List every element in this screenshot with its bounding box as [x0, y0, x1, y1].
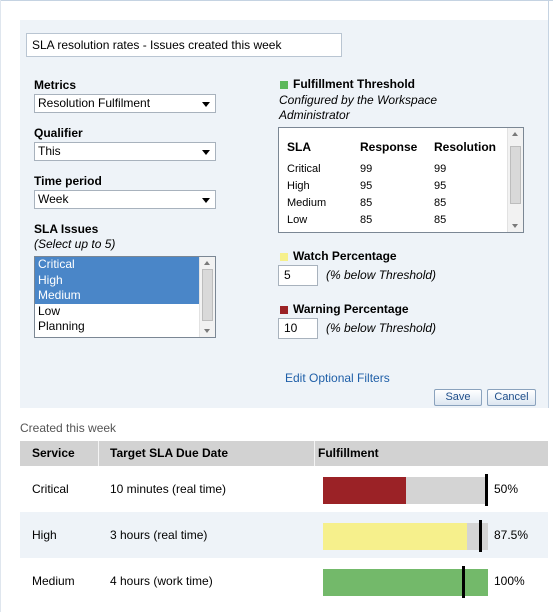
threshold-cell: 99	[360, 163, 373, 175]
sla-issue-option[interactable]: Low	[35, 304, 199, 320]
time-period-value: Week	[38, 192, 69, 206]
header-divider	[98, 441, 99, 466]
fulfillment-percent: 50%	[494, 482, 519, 496]
scroll-up-icon[interactable]	[512, 132, 518, 136]
col-target-sla: Target SLA Due Date	[110, 446, 229, 460]
col-service: Service	[32, 446, 75, 460]
threshold-cell: High	[287, 180, 310, 192]
report-settings-panel: SLA resolution rates - Issues created th…	[20, 20, 548, 408]
threshold-marker	[478, 520, 482, 552]
threshold-cell: 85	[360, 197, 373, 209]
fulfillment-percent: 87.5%	[494, 528, 529, 542]
time-period-select[interactable]: Week	[34, 190, 216, 209]
sla-issues-label: SLA Issues	[34, 222, 99, 236]
report-title-input[interactable]: SLA resolution rates - Issues created th…	[26, 33, 342, 57]
threshold-note-line1: Configured by the Workspace	[279, 93, 438, 107]
qualifier-label: Qualifier	[34, 126, 83, 140]
fulfillment-bar-track	[323, 474, 489, 506]
table-row: Critical 10 minutes (real time) 50%	[20, 466, 548, 512]
threshold-cell: Medium	[287, 197, 327, 209]
table-row: High 3 hours (real time) 87.5%	[20, 512, 548, 558]
service-cell: Critical	[32, 482, 69, 496]
threshold-col-sla: SLA	[287, 140, 311, 154]
listbox-scrollbar[interactable]	[199, 257, 215, 337]
scroll-thumb[interactable]	[510, 146, 521, 204]
header-divider	[314, 441, 315, 466]
fulfillment-bar	[323, 477, 406, 504]
chevron-down-icon	[202, 198, 210, 203]
target-sla-cell: 4 hours (work time)	[110, 574, 213, 588]
threshold-cell: 85	[434, 214, 447, 226]
edit-optional-filters-link[interactable]: Edit Optional Filters	[285, 371, 390, 385]
sla-issue-option[interactable]: Planning	[35, 319, 199, 335]
fulfillment-bar-track	[323, 520, 488, 552]
scroll-down-icon[interactable]	[512, 224, 518, 228]
threshold-table: SLA Response Resolution Critical 99 99 High…	[278, 127, 524, 233]
threshold-marker	[485, 474, 489, 506]
service-cell: High	[32, 528, 57, 542]
col-fulfillment: Fulfillment	[318, 446, 379, 460]
threshold-cell: Low	[287, 214, 308, 226]
scroll-down-icon[interactable]	[204, 329, 210, 333]
threshold-col-resolution: Resolution	[434, 140, 496, 154]
threshold-cell: 99	[434, 163, 447, 175]
threshold-cell: 85	[434, 197, 447, 209]
metrics-label: Metrics	[34, 78, 77, 92]
target-sla-cell: 10 minutes (real time)	[110, 482, 227, 496]
sla-issues-listbox[interactable]: Critical High Medium Low Planning	[34, 256, 216, 338]
metrics-select[interactable]: Resolution Fulfilment	[34, 94, 216, 113]
time-period-label: Time period	[34, 174, 102, 188]
threshold-cell: 95	[434, 180, 447, 192]
threshold-cell: 85	[360, 214, 373, 226]
cancel-button[interactable]: Cancel	[487, 389, 536, 406]
sla-issue-option[interactable]: Medium	[35, 288, 199, 304]
watch-percentage-label: Watch Percentage	[293, 249, 397, 263]
scroll-up-icon[interactable]	[204, 261, 210, 265]
chevron-down-icon	[202, 150, 210, 155]
fulfillment-bar-track	[323, 566, 488, 598]
threshold-note-line2: Administrator	[279, 108, 350, 122]
watch-percentage-suffix: (% below Threshold)	[326, 268, 437, 282]
results-title: Created this week	[20, 421, 117, 435]
left-rule	[0, 0, 1, 612]
qualifier-select[interactable]: This	[34, 142, 216, 161]
table-row: Medium 4 hours (work time) 100%	[20, 558, 548, 604]
fulfillment-threshold-label: Fulfillment Threshold	[293, 77, 415, 91]
watch-color-swatch	[280, 253, 288, 261]
metrics-value: Resolution Fulfilment	[38, 96, 151, 110]
sla-issue-option[interactable]: High	[35, 272, 199, 288]
threshold-marker	[462, 566, 466, 598]
threshold-cell: Critical	[287, 163, 321, 175]
fulfillment-bar	[323, 523, 468, 550]
warning-percentage-input[interactable]: 10	[278, 318, 318, 339]
threshold-cell: 95	[360, 180, 373, 192]
threshold-col-response: Response	[360, 140, 418, 154]
warning-color-swatch	[280, 306, 288, 314]
results-header-row: Service Target SLA Due Date Fulfillment	[20, 441, 548, 466]
watch-percentage-input[interactable]: 5	[278, 265, 318, 286]
top-rule	[0, 0, 553, 1]
threshold-scrollbar[interactable]	[507, 128, 523, 232]
chevron-down-icon	[202, 102, 210, 107]
target-sla-cell: 3 hours (real time)	[110, 528, 208, 542]
save-button[interactable]: Save	[434, 389, 482, 406]
warning-percentage-suffix: (% below Threshold)	[326, 321, 437, 335]
scroll-thumb[interactable]	[202, 269, 213, 321]
warning-percentage-label: Warning Percentage	[293, 302, 409, 316]
fulfillment-color-swatch	[280, 81, 288, 89]
sla-issue-option[interactable]: Critical	[35, 257, 199, 273]
sla-issues-hint: (Select up to 5)	[34, 237, 116, 251]
service-cell: Medium	[32, 574, 75, 588]
qualifier-value: This	[38, 144, 61, 158]
fulfillment-percent: 100%	[494, 574, 525, 588]
right-rule	[548, 0, 549, 408]
